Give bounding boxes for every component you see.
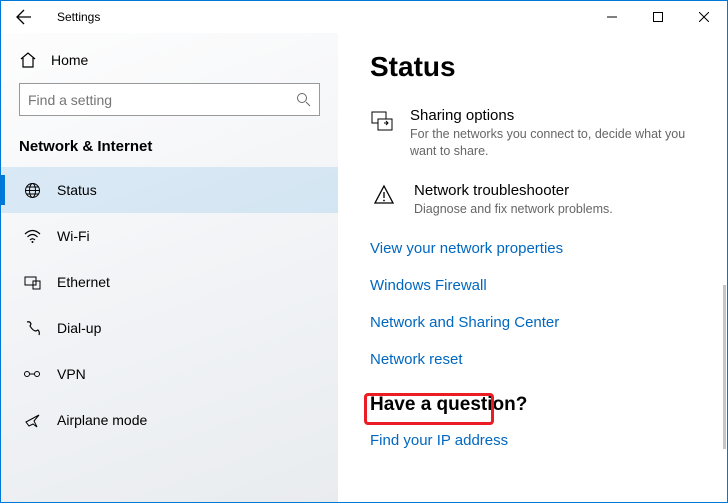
block-title: Sharing options: [410, 107, 705, 124]
arrow-left-icon: [16, 9, 32, 25]
search-field[interactable]: [28, 92, 296, 108]
sidebar-item-status[interactable]: Status: [1, 167, 338, 213]
block-subtitle: For the networks you connect to, decide …: [410, 126, 705, 160]
window-title: Settings: [57, 10, 100, 24]
main-content: Status Sharing options For the networks …: [338, 33, 727, 502]
home-icon: [19, 51, 37, 69]
search-icon: [296, 92, 311, 107]
home-button[interactable]: Home: [19, 51, 320, 69]
link-windows-firewall[interactable]: Windows Firewall: [370, 277, 705, 294]
sidebar-item-vpn[interactable]: VPN: [1, 351, 338, 397]
airplane-icon: [23, 412, 41, 429]
sidebar-item-ethernet[interactable]: Ethernet: [1, 259, 338, 305]
link-view-properties[interactable]: View your network properties: [370, 240, 705, 257]
sidebar-item-dialup[interactable]: Dial-up: [1, 305, 338, 351]
sidebar-item-label: Ethernet: [57, 274, 110, 290]
home-label: Home: [51, 52, 88, 68]
warning-icon: [370, 182, 398, 218]
highlight-box: [364, 393, 494, 425]
sidebar-item-airplane[interactable]: Airplane mode: [1, 397, 338, 443]
close-button[interactable]: [681, 1, 727, 33]
link-sharing-center[interactable]: Network and Sharing Center: [370, 314, 705, 331]
link-find-ip[interactable]: Find your IP address: [370, 432, 705, 449]
minimize-icon: [607, 12, 617, 22]
close-icon: [699, 12, 709, 22]
dialup-icon: [23, 320, 41, 337]
back-button[interactable]: [1, 1, 47, 33]
sidebar-item-label: Airplane mode: [57, 412, 147, 428]
block-title: Network troubleshooter: [414, 182, 613, 199]
block-subtitle: Diagnose and fix network problems.: [414, 201, 613, 218]
sidebar: Home Network & Internet Status Wi-Fi Eth…: [1, 33, 338, 502]
sidebar-item-wifi[interactable]: Wi-Fi: [1, 213, 338, 259]
scrollbar[interactable]: [723, 285, 726, 449]
vpn-icon: [23, 367, 41, 381]
sidebar-item-label: Wi-Fi: [57, 228, 90, 244]
sidebar-item-label: Status: [57, 182, 97, 198]
maximize-button[interactable]: [635, 1, 681, 33]
sidebar-section-header: Network & Internet: [19, 138, 320, 155]
block-sharing-options[interactable]: Sharing options For the networks you con…: [370, 107, 705, 160]
wifi-icon: [23, 229, 41, 244]
globe-icon: [23, 182, 41, 199]
sidebar-item-label: VPN: [57, 366, 86, 382]
share-icon: [370, 107, 394, 160]
ethernet-icon: [23, 275, 41, 290]
sidebar-item-label: Dial-up: [57, 320, 101, 336]
block-troubleshooter[interactable]: Network troubleshooter Diagnose and fix …: [370, 182, 705, 218]
titlebar: Settings: [1, 1, 727, 33]
maximize-icon: [653, 12, 663, 22]
minimize-button[interactable]: [589, 1, 635, 33]
page-title: Status: [370, 51, 705, 83]
link-network-reset[interactable]: Network reset: [370, 351, 705, 368]
search-input[interactable]: [19, 83, 320, 116]
